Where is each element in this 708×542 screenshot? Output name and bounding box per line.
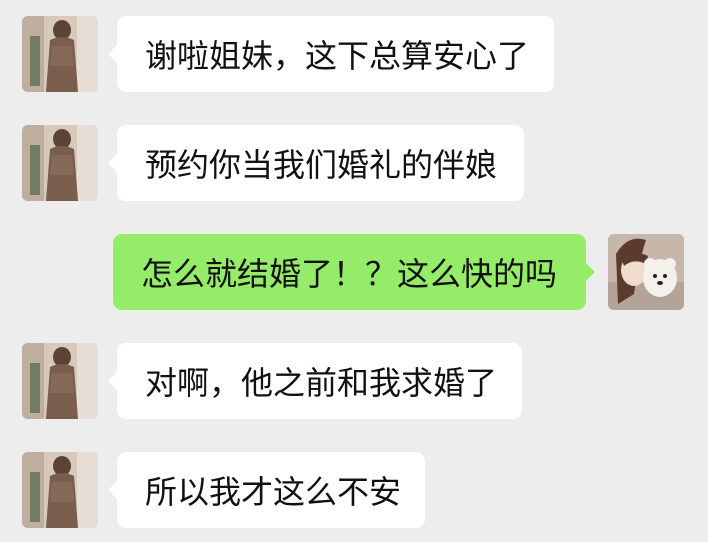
message-bubble-incoming[interactable]: 所以我才这么不安 (108, 452, 425, 528)
message-bubble-incoming[interactable]: 对啊，他之前和我求婚了 (108, 343, 522, 419)
message-text: 对啊，他之前和我求婚了 (145, 364, 498, 402)
contact-avatar-image (22, 16, 98, 92)
message-text: 怎么就结婚了！？这么快的吗 (141, 255, 558, 293)
chat-message-list[interactable]: 谢啦姐妹，这下总算安心了 预约你当我们婚礼的伴娘 怎么就结婚了！？这么快的吗 对… (0, 0, 708, 542)
message-text: 所以我才这么不安 (145, 473, 402, 511)
bubble-tail (108, 480, 128, 500)
bubble-tail (108, 153, 128, 173)
contact-avatar[interactable] (22, 452, 98, 528)
contact-avatar[interactable] (22, 125, 98, 201)
self-avatar[interactable] (608, 234, 684, 310)
bubble-tail (108, 371, 128, 391)
contact-avatar-image (22, 452, 98, 528)
message-bubble-outgoing[interactable]: 怎么就结婚了！？这么快的吗 (113, 234, 595, 310)
contact-avatar[interactable] (22, 16, 98, 92)
message-bubble-incoming[interactable]: 预约你当我们婚礼的伴娘 (108, 125, 524, 201)
bubble-tail (575, 262, 595, 282)
contact-avatar-image (22, 125, 98, 201)
message-text: 预约你当我们婚礼的伴娘 (145, 146, 498, 184)
bubble-tail (108, 44, 128, 64)
contact-avatar-image (22, 343, 98, 419)
message-bubble-incoming[interactable]: 谢啦姐妹，这下总算安心了 (108, 16, 554, 92)
contact-avatar[interactable] (22, 343, 98, 419)
self-avatar-image (608, 234, 684, 310)
message-text: 谢啦姐妹，这下总算安心了 (145, 37, 530, 75)
